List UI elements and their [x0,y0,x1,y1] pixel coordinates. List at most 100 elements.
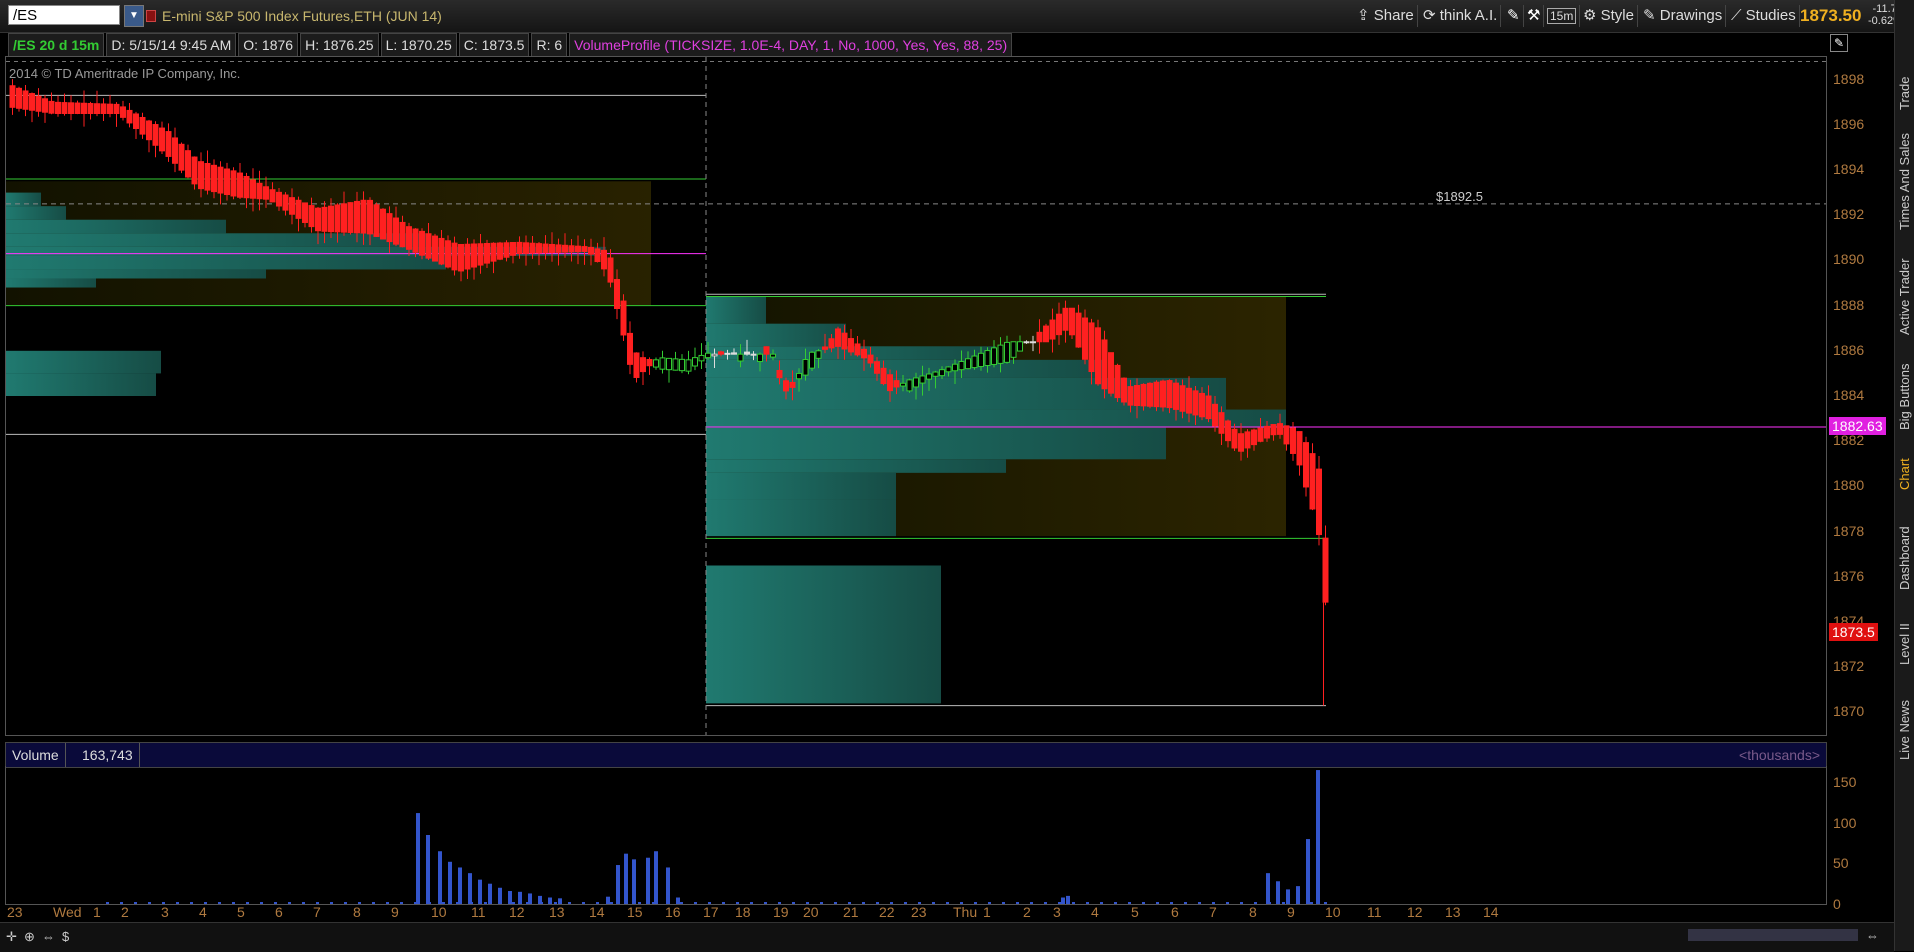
candle-body [393,217,399,245]
candle-body [874,361,880,374]
study-label[interactable]: VolumeProfile (TICKSIZE, 1.0E-4, DAY, 1,… [569,33,1013,57]
volume-tick-label: 50 [1833,855,1849,872]
chart-id[interactable]: /ES 20 d 15m [8,33,105,57]
time-tick-label: 15 [627,904,643,920]
sidebar-tab-level-ii[interactable]: Level II [1897,600,1912,665]
time-tick-label: 10 [431,904,447,920]
candle-body [432,235,438,262]
candle-body [763,346,770,355]
candle-body [321,206,328,232]
time-tick-label: 7 [1209,904,1217,920]
volume-bar [632,859,636,904]
candle-body [438,237,445,265]
sidebar-tab-live-news[interactable]: Live News [1897,680,1912,760]
pan-icon[interactable]: ⇔ [42,929,55,944]
candle-body [503,242,510,258]
candle-body [744,351,750,355]
candle-body [1114,364,1121,399]
candle-body [464,243,471,270]
drawings-button[interactable]: ✎ Drawings [1640,5,1727,27]
candle-body [133,113,139,130]
price-chart-panel[interactable]: 2014 © TD Ameritrade IP Company, Inc. $1… [5,56,1827,736]
candle-body [29,93,35,111]
volume-bar [478,879,482,904]
sidebar-tab-big-buttons[interactable]: Big Buttons [1897,340,1912,431]
candle-body [1264,425,1270,439]
candle-body [536,243,542,254]
volume-tick-label: 0 [1833,896,1841,912]
sidebar-tab-chart[interactable]: Chart [1897,440,1912,490]
expand-icon[interactable]: ⇔ [1866,928,1879,943]
wrench-icon[interactable]: ⚒ [1524,5,1545,27]
sidebar-tab-active-trader[interactable]: Active Trader [1897,240,1912,335]
volume-chart-panel[interactable] [5,766,1827,905]
volume-bar [468,873,472,904]
candle-body [939,369,945,377]
time-axis[interactable]: 23 Wed 1 2 3 4 5 6 7 8 9 10 11 12 13 14 15 16 17 18 19 20 21 22… [5,904,1825,922]
candle-body [211,164,217,193]
dollar-icon[interactable]: $ [62,929,69,944]
time-tick-label: 4 [1091,904,1099,920]
symbol-input[interactable]: /ES [8,5,120,25]
volume-tick-label: 100 [1833,814,1857,831]
volume-value: 163,743 [76,743,140,767]
volume-bar [426,835,430,904]
bar-date: D: 5/15/14 9:45 AM [106,33,237,57]
candle-body [679,358,685,372]
crosshair-icon[interactable]: ✛ [6,929,17,945]
chart-settings-icon[interactable]: ✎ [1830,34,1848,52]
chevron-down-icon[interactable]: ▼ [124,5,144,27]
time-tick-label: 23 [911,904,927,920]
bar-open: O: 1876 [238,33,299,57]
candle-body [1316,468,1322,536]
refresh-icon: ⟳ [1423,7,1440,24]
candle-body [932,371,939,377]
candle-body [1270,424,1277,436]
pencil-icon: ✎ [1643,7,1660,24]
candle-body [731,352,737,355]
candle-body [1082,317,1088,360]
last-price: 1873.50 [1800,6,1862,25]
think-ai-button[interactable]: ⟳ think A.I. [1420,5,1502,27]
time-tick-label: 9 [391,904,399,920]
candle-body [1199,392,1205,418]
share-button[interactable]: ⇪ Share [1354,5,1418,27]
price-tick-label: 1884 [1833,387,1865,403]
candle-body [1140,383,1147,407]
candle-body [113,103,120,114]
candle-body [1290,427,1296,454]
sidebar-tab-dashboard[interactable]: Dashboard [1897,510,1912,590]
studies-button[interactable]: ⟋ Studies [1728,5,1800,27]
volume-profile-bar [706,359,1106,378]
time-frame-button[interactable]: 15m [1544,5,1581,27]
candle-body [217,166,224,194]
volume-header: Volume 163,743 <thousands> [5,742,1827,768]
tools-icon[interactable]: ✎ [1504,5,1524,27]
time-tick-label: 6 [275,904,283,920]
candle-body [978,352,984,368]
candle-body [16,87,22,109]
candle-body [386,213,393,243]
candle-body [419,230,425,256]
zoom-icon[interactable]: ⊕ [24,929,35,945]
volume-bar [624,853,628,904]
gear-icon: ⚙ [1583,7,1601,24]
time-tick-label: 8 [1249,904,1257,920]
price-tick-label: 1878 [1833,522,1865,539]
candle-body [997,344,1004,364]
candle-body [627,332,633,365]
price-tick-label: 1896 [1833,115,1865,132]
price-axis[interactable]: 1898 1896 1894 1892 1890 1888 1886 1884 1882 1880… [1825,56,1894,734]
volume-bar [1066,895,1070,904]
volume-profile-bar [6,269,266,279]
candle-body [1056,313,1062,336]
candle-body [965,358,971,370]
sidebar-tab-trade[interactable]: Trade [1897,30,1912,110]
sidebar-tab-times-and-sales[interactable]: Times And Sales [1897,120,1912,230]
style-button[interactable]: ⚙ Style [1580,5,1638,27]
candle-body [906,379,913,392]
candle-body [900,382,906,387]
volume-bar [1296,886,1300,904]
candle-body [1069,307,1075,336]
horizontal-scrollbar[interactable] [1688,929,1858,941]
